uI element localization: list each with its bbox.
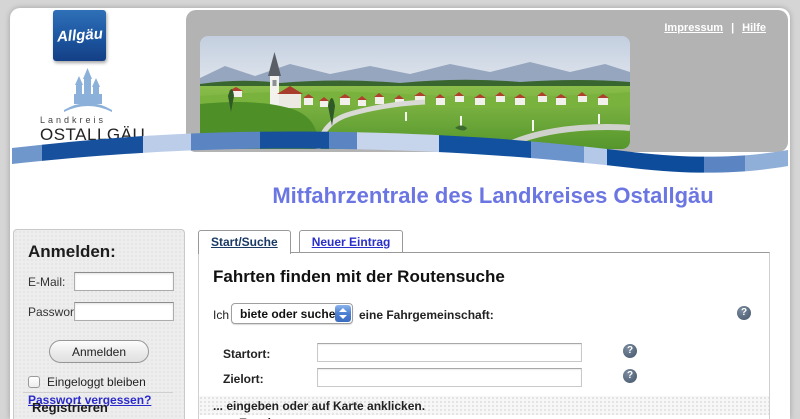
- sidebar-divider: [23, 392, 173, 393]
- login-button[interactable]: Anmelden: [49, 340, 149, 363]
- help-icon-zielort[interactable]: ?: [623, 369, 637, 383]
- zielort-row: Zielort: ?: [199, 367, 769, 392]
- tab-start-suche[interactable]: Start/Suche: [198, 230, 291, 254]
- password-label: Passwort:: [28, 305, 81, 319]
- remember-label: Eingeloggt bleiben: [47, 375, 146, 389]
- remember-checkbox[interactable]: [28, 376, 40, 388]
- row1-suffix: eine Fahrgemeinschaft:: [359, 308, 494, 322]
- select-arrows-icon: [335, 305, 351, 322]
- impressum-link[interactable]: Impressum: [664, 22, 723, 34]
- page-title: Mitfahrzentrale des Landkreises Ostallgä…: [196, 183, 790, 209]
- allgaeu-logo-text: Allgäu: [56, 25, 103, 45]
- ride-type-row: Ich biete oder suche eine Fahrgemeinscha…: [199, 303, 769, 333]
- hilfe-link[interactable]: Hilfe: [742, 22, 766, 34]
- advanced-toggle[interactable]: ► Erweitert: [199, 415, 769, 419]
- tab-neuer-eintrag[interactable]: Neuer Eintrag: [299, 230, 404, 253]
- landkreis-label: Landkreis: [40, 115, 170, 125]
- ride-type-select[interactable]: biete oder suche: [231, 303, 353, 324]
- zielort-input[interactable]: [317, 368, 582, 387]
- link-separator: |: [731, 22, 734, 34]
- email-label: E-Mail:: [28, 275, 65, 289]
- login-panel: Anmelden: E-Mail: Passwort: Anmelden Ein…: [13, 229, 185, 419]
- row1-prefix: Ich: [213, 308, 229, 322]
- page-container: Impressum | Hilfe: [10, 8, 790, 419]
- help-icon-startort[interactable]: ?: [623, 344, 637, 358]
- castle-icon: [62, 66, 114, 114]
- map-hint-row: ... eingeben oder auf Karte anklicken.: [199, 396, 769, 415]
- main-panel: Fahrten finden mit der Routensuche Ich b…: [198, 252, 770, 419]
- startort-input[interactable]: [317, 343, 582, 362]
- email-field[interactable]: [74, 272, 174, 291]
- zielort-label: Zielort:: [223, 372, 264, 386]
- register-heading: Registrieren: [32, 400, 108, 415]
- allgaeu-logo[interactable]: Allgäu: [53, 10, 106, 61]
- wave-decoration: [12, 128, 788, 176]
- content-heading: Fahrten finden mit der Routensuche: [213, 267, 769, 287]
- map-hint-text: ... eingeben oder auf Karte anklicken.: [213, 399, 425, 413]
- login-heading: Anmelden:: [28, 242, 184, 262]
- startort-row: Startort: ?: [199, 342, 769, 367]
- tab-bar: Start/Suche Neuer Eintrag: [198, 230, 411, 253]
- header-links: Impressum | Hilfe: [664, 22, 766, 34]
- password-field[interactable]: [74, 302, 174, 321]
- ride-type-value: biete oder suche: [240, 307, 335, 321]
- startort-label: Startort:: [223, 347, 270, 361]
- help-icon-ride-type[interactable]: ?: [737, 306, 751, 320]
